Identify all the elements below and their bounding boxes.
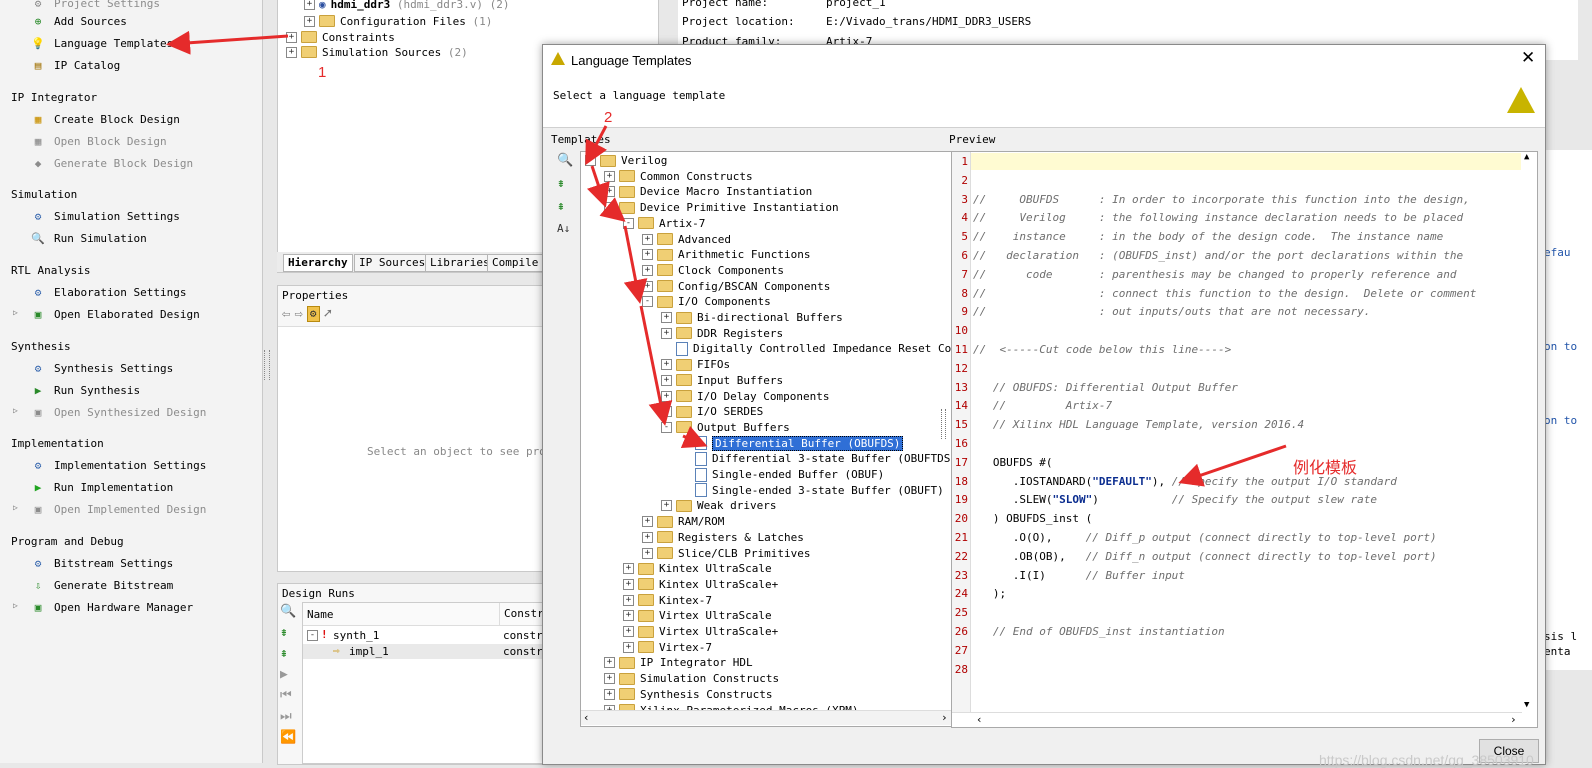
annotation-arrow bbox=[585, 125, 608, 166]
annotation-arrow bbox=[1178, 444, 1287, 487]
annotation-arrow bbox=[599, 197, 626, 222]
annotation-arrow bbox=[639, 305, 673, 426]
annotation-arrow bbox=[586, 165, 610, 208]
annotation-arrow bbox=[680, 425, 708, 449]
annotation-arrows bbox=[166, 30, 1287, 487]
annotation-arrow bbox=[623, 225, 648, 304]
annotation-arrow bbox=[166, 30, 289, 55]
